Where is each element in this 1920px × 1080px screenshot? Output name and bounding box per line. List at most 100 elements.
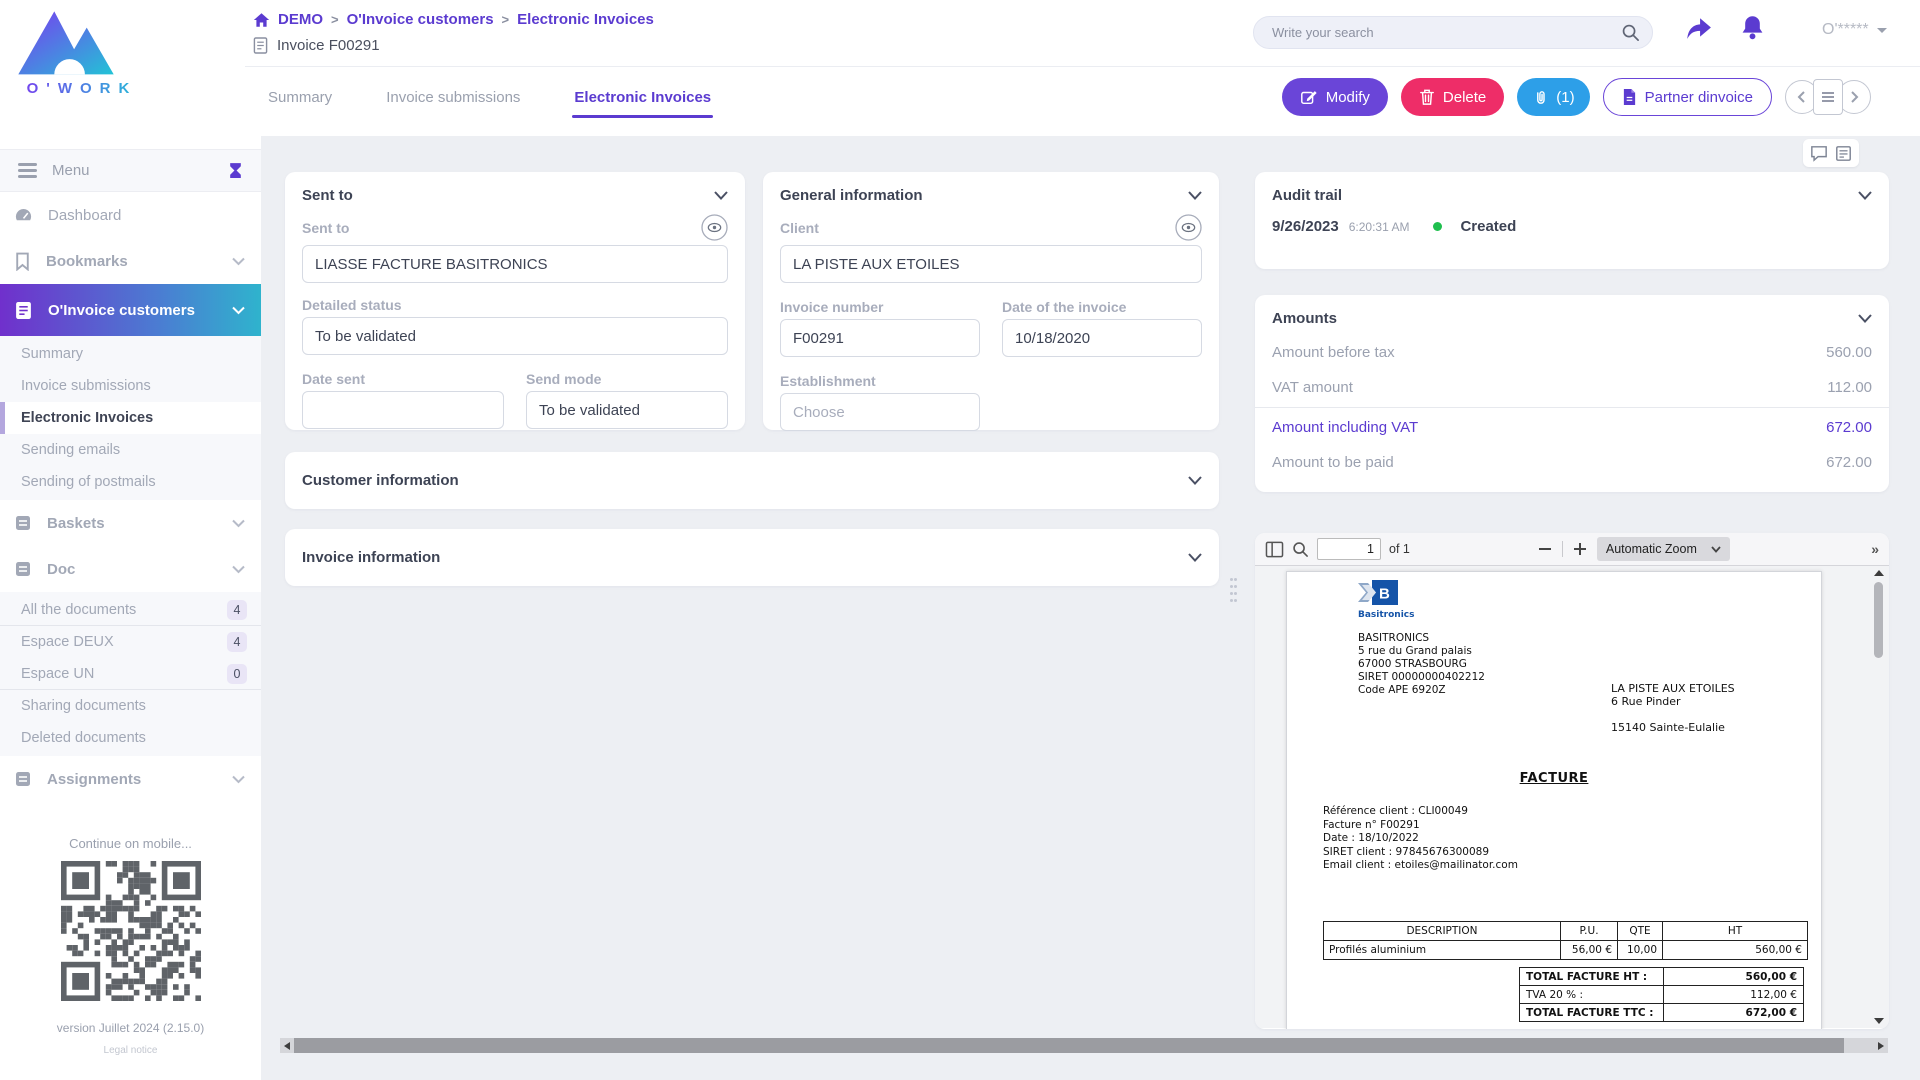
general-panel-header[interactable]: General information bbox=[763, 172, 1219, 212]
scroll-right-arrow-icon[interactable] bbox=[1878, 1042, 1884, 1050]
attachments-button[interactable]: (1) bbox=[1517, 78, 1589, 116]
chevron-down-icon bbox=[232, 775, 245, 784]
sent-to-input[interactable] bbox=[302, 245, 728, 283]
sidebar-subitem-electronic-invoices[interactable]: Electronic Invoices bbox=[0, 402, 261, 434]
zoom-out-icon[interactable] bbox=[1538, 542, 1552, 556]
panel-title: Invoice information bbox=[302, 549, 440, 566]
amounts-header[interactable]: Amounts bbox=[1255, 295, 1889, 335]
pdf-search-icon[interactable] bbox=[1292, 541, 1309, 558]
breadcrumb-electronic-invoices[interactable]: Electronic Invoices bbox=[517, 11, 654, 28]
client-input[interactable] bbox=[780, 245, 1202, 283]
chevron-down-icon bbox=[1188, 191, 1202, 200]
invoice-date-input[interactable] bbox=[1002, 319, 1202, 357]
pdf-zoom-value: Automatic Zoom bbox=[1606, 542, 1697, 556]
customer-information-header[interactable]: Customer information bbox=[285, 452, 1219, 509]
assignments-icon bbox=[14, 770, 32, 788]
scroll-down-arrow-icon[interactable] bbox=[1874, 1018, 1884, 1024]
invoice-information-panel: Invoice information bbox=[285, 529, 1219, 586]
notifications-bell-icon[interactable] bbox=[1740, 14, 1765, 41]
establishment-label: Establishment bbox=[780, 373, 876, 389]
send-mode-input[interactable] bbox=[526, 391, 728, 429]
legal-notice-link[interactable]: Legal notice bbox=[0, 1045, 261, 1056]
record-list-button[interactable] bbox=[1813, 79, 1843, 115]
sidebar-item-dashboard[interactable]: Dashboard bbox=[0, 192, 261, 238]
sidebar-subitem-summary[interactable]: Summary bbox=[0, 338, 261, 370]
sidebar-subitem-espace-deux[interactable]: Espace DEUX 4 bbox=[0, 626, 261, 658]
sent-to-field-label: Sent to bbox=[302, 220, 349, 236]
establishment-select[interactable] bbox=[780, 393, 980, 431]
search-input[interactable] bbox=[1272, 25, 1621, 40]
share-icon[interactable] bbox=[1686, 16, 1712, 40]
sidebar-subitem-deleted-documents[interactable]: Deleted documents bbox=[0, 722, 261, 754]
comments-icon[interactable] bbox=[1810, 145, 1828, 162]
sidebar-subitem-invoice-submissions[interactable]: Invoice submissions bbox=[0, 370, 261, 402]
search-icon[interactable] bbox=[1621, 23, 1640, 42]
chevron-down-icon bbox=[1188, 553, 1202, 562]
tva-row: TVA 20 % : 112,00 € bbox=[1520, 986, 1804, 1004]
status-dot bbox=[1433, 222, 1442, 231]
audit-trail-header[interactable]: Audit trail bbox=[1255, 172, 1889, 212]
scroll-left-arrow-icon[interactable] bbox=[284, 1042, 290, 1050]
pdf-page-input[interactable] bbox=[1317, 538, 1381, 560]
scroll-up-arrow-icon[interactable] bbox=[1874, 570, 1884, 576]
invoice-doc-icon bbox=[253, 37, 268, 54]
sidebar-subitem-sharing-documents[interactable]: Sharing documents bbox=[0, 690, 261, 722]
invoice-number-input[interactable] bbox=[780, 319, 980, 357]
partner-invoice-button[interactable]: Partner dinvoice bbox=[1603, 78, 1772, 116]
edit-pencil-icon bbox=[1300, 88, 1318, 106]
pdf-toolbar: of 1 Automatic Zoom » bbox=[1255, 533, 1889, 566]
amount-to-be-paid-row: Amount to be paid 672.00 bbox=[1255, 445, 1889, 480]
scrollbar-thumb[interactable] bbox=[1874, 582, 1883, 658]
sidebar-item-doc[interactable]: Doc bbox=[0, 546, 261, 592]
sidebar-subitem-sending-postmails[interactable]: Sending of postmails bbox=[0, 466, 261, 498]
global-search[interactable] bbox=[1253, 16, 1653, 49]
pdf-zoom-select[interactable]: Automatic Zoom bbox=[1597, 537, 1730, 561]
sidebar-item-label: Dashboard bbox=[48, 207, 121, 224]
delete-label: Delete bbox=[1443, 89, 1486, 106]
delete-button[interactable]: Delete bbox=[1401, 78, 1504, 116]
panel-resize-handle[interactable] bbox=[1230, 578, 1240, 614]
sent-to-panel: Sent to Sent to Detailed status Date sen… bbox=[285, 172, 745, 430]
hourglass-icon[interactable] bbox=[228, 162, 243, 179]
record-actions: Modify Delete (1) Partner dinvoice bbox=[1282, 78, 1871, 116]
invoice-information-header[interactable]: Invoice information bbox=[285, 529, 1219, 586]
sidebar-subitem-sending-emails[interactable]: Sending emails bbox=[0, 434, 261, 466]
sidebar-item-oinvoice-customers[interactable]: O'Invoice customers bbox=[0, 284, 261, 336]
sent-to-panel-header[interactable]: Sent to bbox=[285, 172, 745, 212]
pdf-sidebar-toggle-icon[interactable] bbox=[1265, 541, 1284, 558]
pdf-vertical-scrollbar[interactable] bbox=[1872, 568, 1885, 1026]
sidebar: Menu Dashboard Bookmarks O'Invoice custo… bbox=[0, 136, 261, 1080]
breadcrumb-oinvoice[interactable]: O'Invoice customers bbox=[347, 11, 494, 28]
invoice-items-table: DESCRIPTION P.U. QTE HT Profilés alumini… bbox=[1323, 921, 1808, 960]
doc-icon bbox=[14, 560, 32, 578]
date-sent-input[interactable] bbox=[302, 391, 504, 429]
app-logo[interactable]: O'WORK bbox=[16, 6, 148, 97]
sidebar-subitem-all-documents[interactable]: All the documents 4 bbox=[0, 594, 261, 626]
user-menu[interactable]: O'***** bbox=[1822, 21, 1887, 39]
menu-toggle[interactable]: Menu bbox=[0, 149, 261, 192]
sidebar-item-bookmarks[interactable]: Bookmarks bbox=[0, 238, 261, 284]
sidebar-item-baskets[interactable]: Baskets bbox=[0, 500, 261, 546]
zoom-in-icon[interactable] bbox=[1573, 542, 1587, 556]
mobile-label: Continue on mobile... bbox=[0, 836, 261, 851]
notes-icon[interactable] bbox=[1835, 145, 1852, 162]
tab-electronic-invoices[interactable]: Electronic Invoices bbox=[572, 83, 713, 120]
tab-invoice-submissions[interactable]: Invoice submissions bbox=[384, 83, 522, 120]
horizontal-scrollbar[interactable] bbox=[280, 1038, 1888, 1053]
breadcrumb-home[interactable]: DEMO bbox=[278, 11, 323, 28]
chevron-down-icon bbox=[232, 565, 245, 574]
modify-button[interactable]: Modify bbox=[1282, 78, 1388, 116]
breadcrumb-separator: > bbox=[331, 12, 339, 27]
detailed-status-input[interactable] bbox=[302, 317, 728, 355]
sidebar-item-assignments[interactable]: Assignments bbox=[0, 756, 261, 802]
scrollbar-thumb[interactable] bbox=[294, 1038, 1844, 1053]
eye-icon[interactable] bbox=[1175, 214, 1202, 241]
sidebar-subitem-espace-un[interactable]: Espace UN 0 bbox=[0, 658, 261, 690]
pdf-tools-expand-icon[interactable]: » bbox=[1871, 541, 1879, 557]
invoice-item-row: Profilés aluminium 56,00 € 10,00 560,00 … bbox=[1324, 941, 1808, 960]
tab-summary[interactable]: Summary bbox=[266, 83, 334, 120]
audit-date: 9/26/2023 bbox=[1272, 218, 1339, 235]
pdf-viewer: of 1 Automatic Zoom » bbox=[1255, 533, 1889, 1029]
page-title: Invoice F00291 bbox=[253, 37, 380, 54]
eye-icon[interactable] bbox=[701, 214, 728, 241]
